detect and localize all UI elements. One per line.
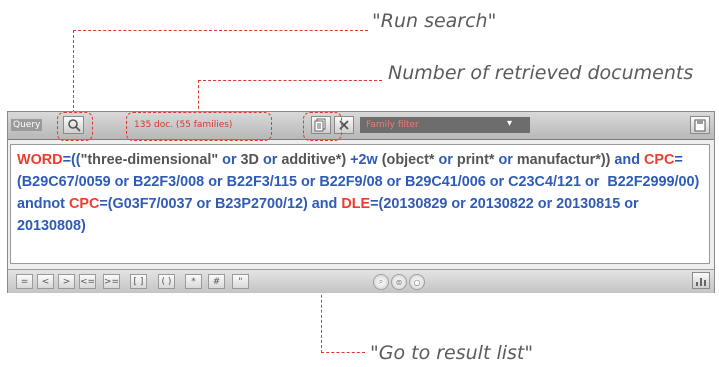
retrieved-docs-leader-v [198, 80, 199, 114]
multi-field-icon[interactable]: ⊚ [391, 274, 407, 290]
query-toolbar: Query 135 doc. (55 families) Family filt… [8, 112, 714, 140]
save-icon [694, 119, 706, 131]
query-segment: =(G03F7/0037 or B23P2700/12) and [99, 196, 342, 212]
family-filter-select[interactable]: Family filter ▾ [360, 117, 530, 133]
operator-bar: ⌕ ⊚ ○ = < > <= >= [ ] ( ) * # " [8, 269, 714, 293]
run-search-leader-v [73, 30, 74, 113]
stats-button[interactable] [692, 272, 710, 289]
retrieved-count-highlight [126, 112, 272, 141]
retrieved-docs-leader-h [198, 80, 382, 81]
query-segment: or [218, 152, 241, 168]
operator-button[interactable]: = [16, 274, 33, 289]
query-segment: (object* [381, 152, 435, 168]
operator-button[interactable]: < [37, 274, 54, 289]
run-search-leader-h [73, 30, 368, 31]
run-search-annotation: "Run search" [372, 10, 497, 32]
operator-button[interactable]: ( ) [158, 274, 175, 289]
query-segment: =(( [62, 152, 81, 168]
query-segment: DLE [341, 196, 371, 212]
operator-button[interactable]: # [208, 274, 225, 289]
run-search-highlight [57, 112, 93, 141]
query-segment: manufactur*)) [516, 152, 615, 168]
query-editor[interactable]: WORD=(("three-dimensional" or 3D or addi… [10, 144, 710, 264]
query-segment: +2w [346, 152, 382, 168]
query-segment: additive*) [281, 152, 347, 168]
query-segment: CPC [68, 196, 100, 212]
query-segment: and [614, 152, 645, 168]
operator-button[interactable]: " [232, 274, 249, 289]
operator-button[interactable]: <= [79, 274, 96, 289]
query-segment: or [258, 152, 282, 168]
operator-button[interactable]: [ ] [130, 274, 147, 289]
family-filter-label: Family filter [366, 120, 419, 130]
retrieved-docs-annotation: Number of retrieved documents [388, 62, 694, 84]
query-segment: print* [456, 152, 495, 168]
query-segment: "three-dimensional" [80, 152, 219, 168]
query-segment: or [434, 152, 457, 168]
operator-button[interactable]: * [185, 274, 202, 289]
operator-button[interactable]: > [58, 274, 75, 289]
search-field-icon[interactable]: ⌕ [373, 274, 389, 290]
query-segment: CPC [644, 152, 675, 168]
stats-icon [696, 277, 706, 286]
query-label: Query [11, 119, 43, 131]
clear-field-icon[interactable]: ○ [409, 274, 425, 290]
go-to-results-leader-h [321, 352, 365, 353]
go-to-results-annotation: "Go to result list" [370, 342, 534, 364]
operator-button[interactable]: >= [103, 274, 120, 289]
query-segment: or [494, 152, 517, 168]
result-list-highlight [303, 112, 342, 141]
query-panel: Query 135 doc. (55 families) Family filt… [7, 111, 715, 293]
query-segment: WORD [17, 152, 63, 168]
chevron-down-icon: ▾ [506, 118, 512, 129]
save-query-button[interactable] [690, 116, 710, 134]
query-segment: 3D [240, 152, 259, 168]
